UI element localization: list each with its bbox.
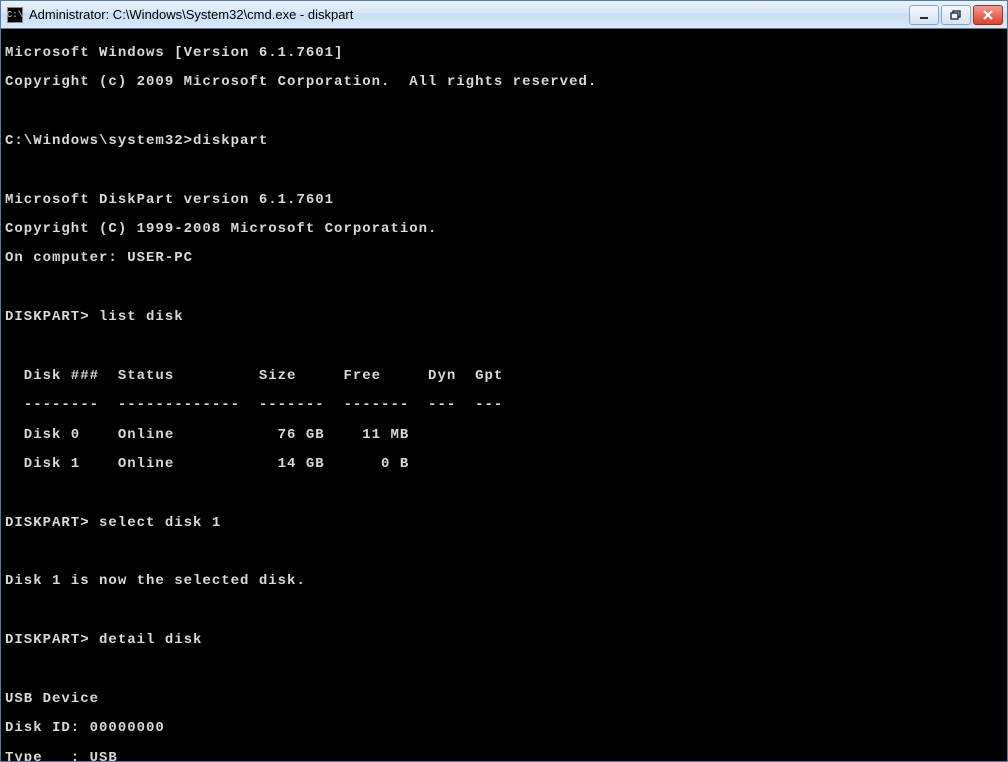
term-line: DISKPART> detail disk [5, 633, 1003, 648]
term-line: USB Device [5, 692, 1003, 707]
term-line: Disk 1 Online 14 GB 0 B [5, 457, 1003, 472]
titlebar[interactable]: C:\ Administrator: C:\Windows\System32\c… [1, 1, 1007, 29]
minimize-button[interactable] [909, 5, 939, 25]
term-line: -------- ------------- ------- ------- -… [5, 398, 1003, 413]
term-line: C:\Windows\system32>diskpart [5, 134, 1003, 149]
term-line: Disk ID: 00000000 [5, 721, 1003, 736]
term-line: Disk ### Status Size Free Dyn Gpt [5, 369, 1003, 384]
term-line: Type : USB [5, 751, 1003, 761]
window-controls [909, 5, 1003, 25]
term-line: Copyright (c) 2009 Microsoft Corporation… [5, 75, 1003, 90]
terminal-output[interactable]: Microsoft Windows [Version 6.1.7601] Cop… [1, 29, 1007, 761]
term-line: Copyright (C) 1999-2008 Microsoft Corpor… [5, 222, 1003, 237]
maximize-button[interactable] [941, 5, 971, 25]
term-line [5, 545, 1003, 560]
term-line: Disk 1 is now the selected disk. [5, 574, 1003, 589]
term-line [5, 663, 1003, 678]
term-line: DISKPART> list disk [5, 310, 1003, 325]
term-line: Microsoft DiskPart version 6.1.7601 [5, 193, 1003, 208]
term-line [5, 281, 1003, 296]
term-line [5, 104, 1003, 119]
close-button[interactable] [973, 5, 1003, 25]
term-line: DISKPART> select disk 1 [5, 516, 1003, 531]
term-line [5, 486, 1003, 501]
term-line: Microsoft Windows [Version 6.1.7601] [5, 46, 1003, 61]
term-line [5, 339, 1003, 354]
term-line: Disk 0 Online 76 GB 11 MB [5, 428, 1003, 443]
window-title: Administrator: C:\Windows\System32\cmd.e… [29, 7, 909, 22]
term-line [5, 604, 1003, 619]
term-line: On computer: USER-PC [5, 251, 1003, 266]
term-line [5, 163, 1003, 178]
cmd-icon: C:\ [7, 7, 23, 23]
cmd-window: C:\ Administrator: C:\Windows\System32\c… [0, 0, 1008, 762]
